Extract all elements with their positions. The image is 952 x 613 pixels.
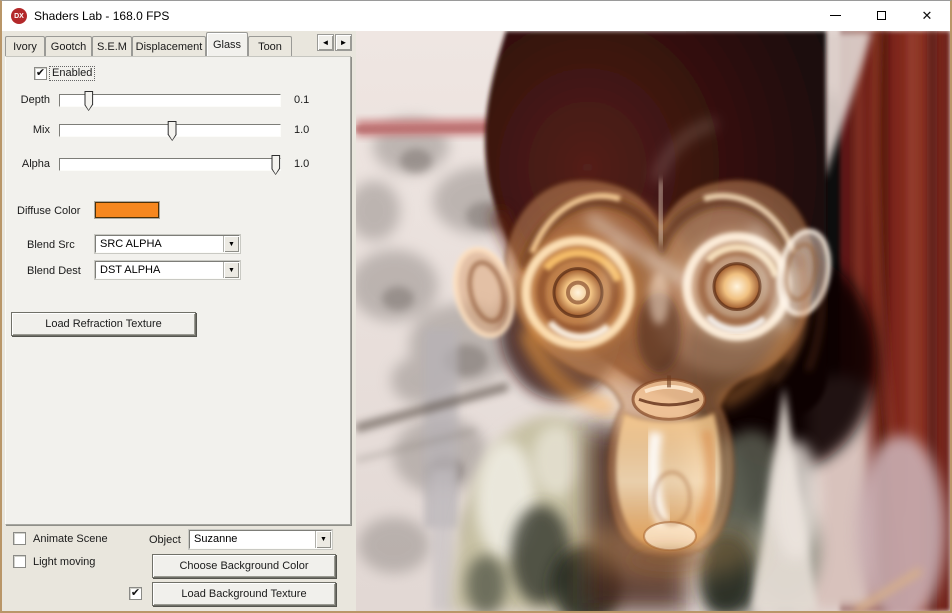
chevron-down-icon: ▼ — [228, 241, 235, 248]
object-value: Suzanne — [194, 533, 237, 545]
load-background-texture-button[interactable]: Load Background Texture — [152, 582, 336, 606]
window-title: Shaders Lab - 168.0 FPS — [34, 9, 169, 23]
alpha-value: 1.0 — [294, 158, 309, 170]
enabled-label[interactable]: Enabled — [50, 67, 94, 80]
choose-background-color-button[interactable]: Choose Background Color — [152, 554, 336, 578]
minimize-icon — [830, 15, 841, 16]
app-window: DX Shaders Lab - 168.0 FPS ✕ Ivory Gootc… — [0, 0, 952, 613]
enabled-checkbox[interactable]: ✔ — [34, 67, 47, 80]
animate-scene-label[interactable]: Animate Scene — [33, 533, 108, 545]
load-refraction-texture-button[interactable]: Load Refraction Texture — [11, 312, 196, 336]
tab-scroll-left-button[interactable]: ◄ — [317, 34, 334, 51]
tab-toon[interactable]: Toon — [248, 36, 292, 56]
chevron-down-icon: ▼ — [320, 536, 327, 543]
blend-src-dropdown-button[interactable]: ▼ — [223, 236, 239, 252]
light-moving-label[interactable]: Light moving — [33, 556, 95, 568]
control-panel: Ivory Gootch S.E.M Displacement Glass To… — [2, 31, 356, 611]
glass-suzanne-render — [356, 31, 950, 611]
mix-label: Mix — [8, 124, 50, 136]
maximize-button[interactable] — [858, 1, 904, 30]
blend-dest-dropdown-button[interactable]: ▼ — [223, 262, 239, 278]
light-moving-checkbox[interactable] — [13, 555, 26, 568]
depth-slider-thumb[interactable] — [84, 91, 93, 111]
minimize-button[interactable] — [812, 1, 858, 30]
mix-slider[interactable] — [59, 124, 281, 137]
blend-src-dropdown[interactable]: SRC ALPHA ▼ — [95, 235, 240, 253]
arrow-right-icon: ► — [340, 38, 348, 47]
object-dropdown-button[interactable]: ▼ — [315, 531, 331, 548]
alpha-label: Alpha — [8, 158, 50, 170]
animate-scene-checkbox[interactable] — [13, 532, 26, 545]
diffuse-color-swatch[interactable] — [95, 202, 159, 218]
diffuse-color-label: Diffuse Color — [17, 205, 80, 217]
tab-gootch[interactable]: Gootch — [45, 36, 92, 56]
arrow-left-icon: ◄ — [322, 38, 330, 47]
blend-dest-dropdown[interactable]: DST ALPHA ▼ — [95, 261, 240, 279]
chevron-down-icon: ▼ — [228, 267, 235, 274]
blend-dest-value: DST ALPHA — [100, 264, 160, 276]
tab-ivory[interactable]: Ivory — [5, 36, 45, 56]
tab-sem[interactable]: S.E.M — [92, 36, 132, 56]
depth-slider[interactable] — [59, 94, 281, 107]
object-label: Object — [149, 534, 181, 546]
titlebar[interactable]: DX Shaders Lab - 168.0 FPS ✕ — [2, 1, 950, 31]
render-viewport[interactable] — [356, 31, 950, 611]
close-button[interactable]: ✕ — [904, 1, 950, 30]
blend-dest-label: Blend Dest — [27, 265, 81, 277]
maximize-icon — [877, 11, 886, 20]
tab-glass[interactable]: Glass — [206, 32, 248, 56]
mix-slider-thumb[interactable] — [168, 121, 177, 141]
tab-displacement[interactable]: Displacement — [132, 36, 206, 56]
alpha-slider[interactable] — [59, 158, 281, 171]
blend-src-label: Blend Src — [27, 239, 75, 251]
glass-tab-page: ✔ Enabled Depth 0.1 Mix 1.0 Alpha 1.0 Di… — [5, 56, 351, 525]
depth-value: 0.1 — [294, 94, 309, 106]
app-icon: DX — [11, 8, 27, 24]
alpha-slider-thumb[interactable] — [271, 155, 280, 175]
object-dropdown[interactable]: Suzanne ▼ — [189, 530, 332, 549]
mix-value: 1.0 — [294, 124, 309, 136]
tab-scroll-right-button[interactable]: ► — [335, 34, 352, 51]
load-bg-texture-checkbox[interactable]: ✔ — [129, 587, 142, 600]
blend-src-value: SRC ALPHA — [100, 238, 162, 250]
depth-label: Depth — [8, 94, 50, 106]
